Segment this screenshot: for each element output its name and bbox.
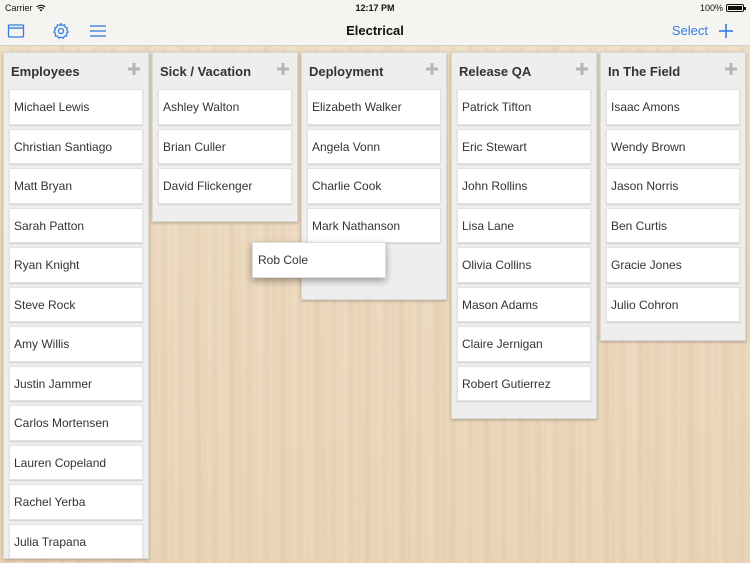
card[interactable]: Olivia Collins bbox=[457, 247, 591, 283]
plus-icon bbox=[725, 63, 737, 75]
card[interactable]: Charlie Cook bbox=[307, 168, 441, 204]
card[interactable]: Carlos Mortensen bbox=[9, 405, 143, 441]
add-card-button[interactable] bbox=[724, 62, 738, 76]
add-column-button[interactable] bbox=[716, 21, 736, 41]
page-title: Electrical bbox=[346, 23, 404, 38]
card[interactable]: Ashley Walton bbox=[158, 89, 292, 125]
column-sick-vacation: Sick / Vacation Ashley Walton Brian Cull… bbox=[152, 52, 298, 222]
card[interactable]: Wendy Brown bbox=[606, 128, 740, 164]
card[interactable]: Isaac Amons bbox=[606, 89, 740, 125]
card[interactable]: Angela Vonn bbox=[307, 128, 441, 164]
status-bar: Carrier 12:17 PM 100% bbox=[0, 0, 750, 16]
plus-icon bbox=[277, 63, 289, 75]
card[interactable]: Steve Rock bbox=[9, 286, 143, 322]
column-title: Deployment bbox=[309, 64, 384, 79]
card[interactable]: Patrick Tifton bbox=[457, 89, 591, 125]
card[interactable]: Ryan Knight bbox=[9, 247, 143, 283]
battery-icon bbox=[726, 4, 746, 12]
card[interactable]: Julio Cohron bbox=[606, 286, 740, 322]
battery-percent: 100% bbox=[699, 3, 723, 13]
add-card-button[interactable] bbox=[425, 62, 439, 76]
card[interactable]: Claire Jernigan bbox=[457, 326, 591, 362]
plus-icon bbox=[128, 63, 140, 75]
card[interactable]: Gracie Jones bbox=[606, 247, 740, 283]
column-employees: Employees Michael Lewis Christian Santia… bbox=[3, 52, 149, 559]
dragging-card[interactable]: Rob Cole bbox=[252, 242, 386, 278]
card[interactable]: Sarah Patton bbox=[9, 207, 143, 243]
card[interactable]: Elizabeth Walker bbox=[307, 89, 441, 125]
add-card-button[interactable] bbox=[127, 62, 141, 76]
column-release-qa: Release QA Patrick Tifton Eric Stewart J… bbox=[451, 52, 597, 419]
card[interactable]: Lisa Lane bbox=[457, 207, 591, 243]
card[interactable]: Mason Adams bbox=[457, 286, 591, 322]
column-header: Sick / Vacation bbox=[153, 53, 297, 89]
card[interactable]: Matt Bryan bbox=[9, 168, 143, 204]
column-title: In The Field bbox=[608, 64, 681, 79]
card[interactable]: Eric Stewart bbox=[457, 128, 591, 164]
plus-icon bbox=[719, 24, 733, 38]
add-card-button[interactable] bbox=[575, 62, 589, 76]
card[interactable]: David Flickenger bbox=[158, 168, 292, 204]
card[interactable]: Robert Gutierrez bbox=[457, 365, 591, 401]
navigation-bar: Electrical Select bbox=[0, 16, 750, 46]
column-header: Deployment bbox=[302, 53, 446, 89]
card[interactable]: Brian Culler bbox=[158, 128, 292, 164]
column-header: In The Field bbox=[601, 53, 745, 89]
card[interactable]: Mark Nathanson bbox=[307, 207, 441, 243]
status-time: 12:17 PM bbox=[355, 3, 395, 13]
plus-icon bbox=[426, 63, 438, 75]
card[interactable]: Rachel Yerba bbox=[9, 484, 143, 520]
plus-icon bbox=[576, 63, 588, 75]
card[interactable]: Amy Willis bbox=[9, 326, 143, 362]
add-card-button[interactable] bbox=[276, 62, 290, 76]
column-title: Sick / Vacation bbox=[160, 64, 252, 79]
column-header: Employees bbox=[4, 53, 148, 89]
battery-indicator: 100% bbox=[699, 3, 746, 13]
card[interactable]: Michael Lewis bbox=[9, 89, 143, 125]
column-in-the-field: In The Field Isaac Amons Wendy Brown Jas… bbox=[600, 52, 746, 341]
column-header: Release QA bbox=[452, 53, 596, 89]
card[interactable]: Christian Santiago bbox=[9, 128, 143, 164]
card[interactable]: Lauren Copeland bbox=[9, 444, 143, 480]
select-button[interactable]: Select bbox=[672, 23, 708, 38]
card[interactable]: John Rollins bbox=[457, 168, 591, 204]
column-title: Employees bbox=[11, 64, 80, 79]
column-title: Release QA bbox=[459, 64, 532, 79]
card[interactable]: Justin Jammer bbox=[9, 365, 143, 401]
card[interactable]: Ben Curtis bbox=[606, 207, 740, 243]
card[interactable]: Jason Norris bbox=[606, 168, 740, 204]
card[interactable]: Julia Trapana bbox=[9, 523, 143, 558]
